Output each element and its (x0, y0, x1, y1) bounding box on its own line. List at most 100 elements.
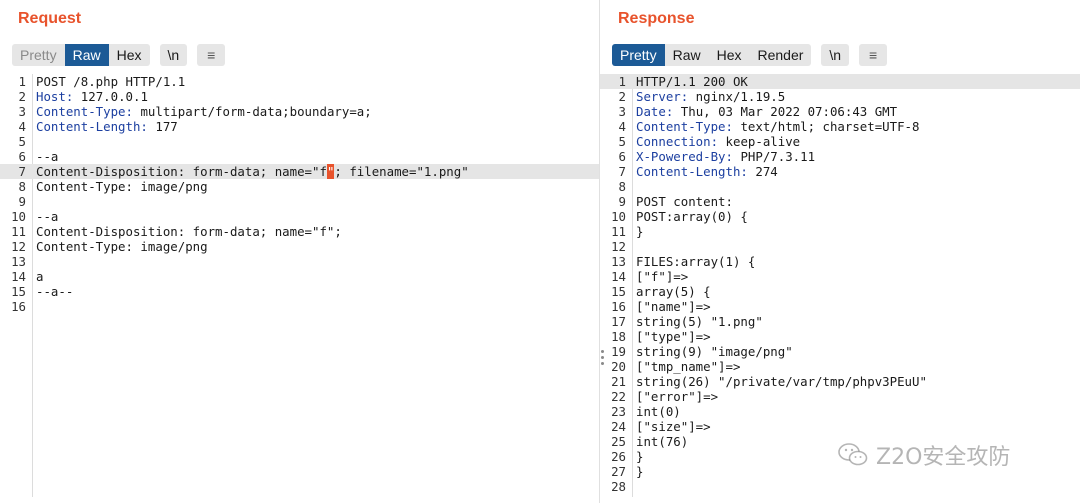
code-line: 15 --a-- (0, 284, 599, 299)
request-newline-toggle[interactable]: \n (159, 44, 188, 66)
line-text: string(9) "image/png" (636, 344, 793, 359)
request-pane: Request Pretty Raw Hex \n ≡ 1 POST /8.php… (0, 0, 600, 503)
line-text: ["tmp_name"]=> (636, 359, 740, 374)
line-text: a (36, 269, 43, 284)
header-value: } (636, 464, 644, 479)
line-text: POST /8.php HTTP/1.1 (36, 74, 185, 89)
wechat-icon (838, 443, 868, 466)
header-name: Host: (36, 89, 74, 104)
code-line: 14 a (0, 269, 599, 284)
code-line: 4 Content-Type: text/html; charset=UTF-8 (600, 119, 1080, 134)
line-text: } (636, 464, 643, 479)
header-value: keep-alive (718, 134, 801, 149)
line-text: Content-Type: text/html; charset=UTF-8 (636, 119, 919, 134)
header-value: nginx/1.19.5 (688, 89, 786, 104)
header-value: int(0) (636, 404, 681, 419)
line-number: 1 (18, 74, 26, 89)
request-tab-pretty[interactable]: Pretty (12, 44, 65, 66)
line-number: 16 (611, 299, 626, 314)
line-number: 2 (618, 89, 626, 104)
code-line: 11} (600, 224, 1080, 239)
code-line: 15 array(5) { (600, 284, 1080, 299)
line-text: Content-Length: 274 (636, 164, 778, 179)
code-line: 19 string(9) "image/png" (600, 344, 1080, 359)
header-name: Content-Type: (636, 119, 733, 134)
code-line: 5 (0, 134, 599, 149)
response-tab-raw[interactable]: Raw (664, 44, 709, 66)
line-number: 12 (611, 239, 626, 254)
code-line: 4 Content-Length: 177 (0, 119, 599, 134)
line-text: ["f"]=> (636, 269, 688, 284)
code-line: 9 (0, 194, 599, 209)
response-newline-toggle[interactable]: \n (821, 44, 850, 66)
line-number: 13 (11, 254, 26, 269)
header-name: X-Powered-By: (636, 149, 733, 164)
header-value: PHP/7.3.11 (732, 149, 816, 164)
response-pane: Response Pretty Raw Hex Render \n ≡ 1 HTT… (600, 0, 1080, 503)
response-tab-render[interactable]: Render (749, 44, 812, 66)
header-value: FILES:array(1) { (636, 254, 756, 269)
request-tab-hex[interactable]: Hex (108, 44, 150, 66)
code-line: 3 Content-Type: multipart/form-data;bound… (0, 104, 599, 119)
code-line: 14 ["f"]=> (600, 269, 1080, 284)
response-menu-button[interactable]: ≡ (859, 44, 888, 66)
line-text: ["error"]=> (636, 389, 718, 404)
response-tab-hex[interactable]: Hex (708, 44, 750, 66)
code-line: 24 ["size"]=> (600, 419, 1080, 434)
line-number: 9 (618, 194, 626, 209)
code-line: 10 --a (0, 209, 599, 224)
line-number: 16 (11, 299, 26, 314)
line-text: Server: nginx/1.19.5 (636, 89, 785, 104)
response-tab-pretty[interactable]: Pretty (612, 44, 665, 66)
line-number: 11 (611, 224, 626, 239)
code-line: 16 ["name"]=> (600, 299, 1080, 314)
line-number: 22 (611, 389, 626, 404)
header-value: --a-- (36, 284, 74, 299)
line-number: 12 (11, 239, 26, 254)
code-line: 22 ["error"]=> (600, 389, 1080, 404)
code-line: 2 Host: 127.0.0.1 (0, 89, 599, 104)
line-text: Content-Disposition: form-data; name="f"… (36, 164, 469, 179)
request-menu-button[interactable]: ≡ (197, 44, 226, 66)
request-view-toolbar: Pretty Raw Hex \n ≡ (12, 44, 226, 66)
header-value: ["name"]=> (636, 299, 711, 314)
line-number: 7 (618, 164, 626, 179)
watermark-text: Z2O安全攻防 (876, 445, 1011, 470)
line-text: int(76) (636, 434, 688, 449)
header-value: string(5) "1.png" (636, 314, 763, 329)
code-line: 7 Content-Disposition: form-data; name="f… (0, 164, 599, 179)
line-number: 25 (611, 434, 626, 449)
header-value: HTTP/1.1 200 OK (636, 74, 748, 89)
line-number: 17 (611, 314, 626, 329)
line-number: 14 (611, 269, 626, 284)
line-number: 27 (611, 464, 626, 479)
line-text: int(0) (636, 404, 681, 419)
line-number: 3 (18, 104, 26, 119)
request-tab-raw[interactable]: Raw (64, 44, 109, 66)
pane-resize-handle[interactable] (601, 350, 605, 374)
request-editor[interactable]: 1 POST /8.php HTTP/1.1 2 Host: 127.0.0.1 3 Co… (0, 74, 599, 503)
header-value: POST /8.php HTTP/1.1 (36, 74, 186, 89)
code-line: 17 string(5) "1.png" (600, 314, 1080, 329)
text-cursor: " (326, 164, 335, 179)
header-value: Content-Disposition: form-data; name="f"… (36, 224, 342, 239)
code-line: 10 POST:array(0) { (600, 209, 1080, 224)
code-line: 2 Server: nginx/1.19.5 (600, 89, 1080, 104)
line-text: Date: Thu, 03 Mar 2022 07:06:43 GMT (636, 104, 897, 119)
line-number: 24 (611, 419, 626, 434)
code-line: 12 (600, 239, 1080, 254)
header-value: int(76) (636, 434, 689, 449)
line-number: 18 (611, 329, 626, 344)
header-name: Date: (636, 104, 674, 119)
header-value: multipart/form-data;boundary=a; (132, 104, 372, 119)
line-text: FILES:array(1) { (636, 254, 755, 269)
line-number: 21 (611, 374, 626, 389)
line-number: 26 (611, 449, 626, 464)
response-view-toolbar: Pretty Raw Hex Render \n ≡ (612, 44, 888, 66)
code-line: 3 Date: Thu, 03 Mar 2022 07:06:43 GMT (600, 104, 1080, 119)
header-value: Content-Type: image/png (36, 179, 208, 194)
line-number: 2 (18, 89, 26, 104)
code-line: 28 (600, 479, 1080, 494)
line-text: string(5) "1.png" (636, 314, 763, 329)
line-number: 4 (18, 119, 26, 134)
